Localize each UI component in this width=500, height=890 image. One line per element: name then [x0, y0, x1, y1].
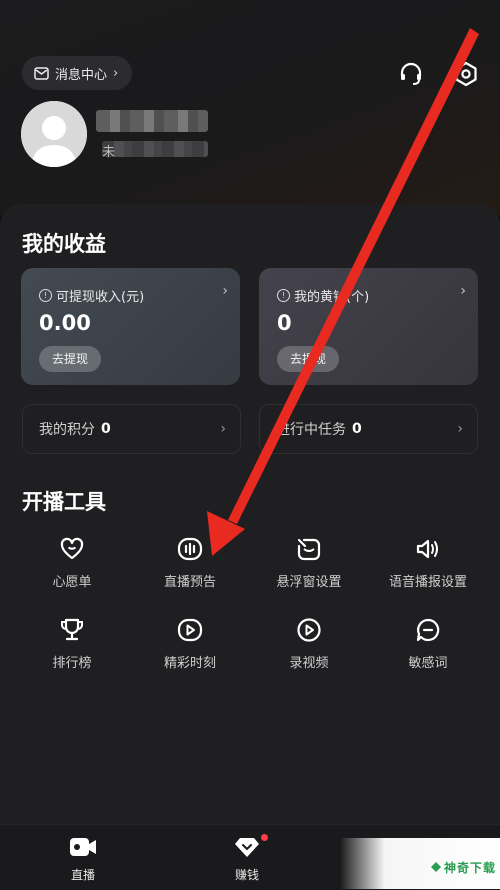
trophy-icon	[61, 618, 83, 641]
blurred-username	[96, 110, 208, 132]
tool-label: 录视频	[289, 656, 329, 671]
withdrawable-label: 可提现收入(元)	[56, 290, 145, 305]
tool-label: 心愿单	[52, 575, 92, 590]
withdrawable-income-card[interactable]: ! 可提现收入(元) › 0.00 去提现	[21, 268, 240, 385]
watermark-text: 神奇下载	[444, 861, 497, 875]
chevron-right-icon: ›	[222, 283, 228, 299]
chevron-right-icon: ›	[457, 421, 463, 437]
tool-leaderboard[interactable]: 排行榜	[12, 617, 132, 671]
record-video-icon	[297, 618, 321, 642]
tool-wishlist[interactable]: 心愿单	[12, 536, 132, 590]
coins-label-row: ! 我的黄钻(个)	[277, 286, 369, 305]
tasks-label: 进行中任务	[276, 422, 346, 438]
info-icon: !	[277, 289, 290, 302]
blurred-user-id	[102, 141, 208, 157]
message-center-label: 消息中心	[55, 67, 108, 83]
heart-icon	[60, 537, 84, 560]
watermark-logo-icon	[431, 862, 441, 872]
coins-card[interactable]: ! 我的黄钻(个) › 0 去提现	[259, 268, 478, 385]
tasks-row[interactable]: 进行中任务 0 ›	[259, 404, 478, 454]
tool-voice-broadcast[interactable]: 语音播报设置	[368, 536, 488, 590]
tool-label: 语音播报设置	[388, 575, 467, 590]
floating-window-icon	[297, 538, 321, 561]
tool-record-video[interactable]: 录视频	[249, 617, 369, 671]
withdrawable-label-row: ! 可提现收入(元)	[39, 286, 144, 305]
chat-bubble-icon	[416, 618, 440, 642]
tool-floating-window[interactable]: 悬浮窗设置	[249, 536, 369, 590]
live-camera-icon	[70, 838, 96, 856]
header-background	[0, 0, 500, 215]
withdraw-button[interactable]: 去提现	[39, 346, 102, 372]
chevron-right-icon: ›	[113, 65, 119, 81]
default-user-avatar-icon	[21, 101, 87, 167]
points-row[interactable]: 我的积分 0 ›	[22, 404, 241, 454]
tool-label: 直播预告	[163, 575, 216, 590]
info-icon: !	[39, 289, 52, 302]
tool-live-preview[interactable]: 直播预告	[130, 536, 250, 590]
tools-title: 开播工具	[22, 490, 106, 514]
highlight-play-icon	[177, 618, 203, 642]
gear-icon[interactable]	[453, 61, 479, 87]
tab-label: 直播	[70, 868, 95, 882]
coins-label: 我的黄钻(个)	[294, 290, 370, 305]
tab-live[interactable]: 直播	[53, 836, 113, 883]
tool-label: 排行榜	[52, 656, 92, 671]
avatar[interactable]	[21, 101, 87, 167]
earnings-title: 我的收益	[22, 232, 106, 256]
earn-money-icon	[235, 838, 259, 857]
mail-icon	[34, 66, 49, 80]
tasks-value: 0	[352, 421, 362, 437]
tab-label: 赚钱	[234, 868, 259, 882]
withdrawable-value: 0.00	[39, 311, 91, 335]
live-preview-icon	[177, 537, 203, 561]
tool-label: 悬浮窗设置	[276, 575, 342, 590]
tool-label: 精彩时刻	[163, 656, 216, 671]
tab-earn[interactable]: 赚钱	[217, 836, 277, 883]
tool-sensitive-words[interactable]: 敏感词	[368, 617, 488, 671]
coins-value: 0	[277, 311, 292, 335]
nickname-fragment: 未	[102, 145, 116, 160]
notification-dot	[261, 834, 268, 841]
points-value: 0	[101, 421, 111, 437]
chevron-right-icon: ›	[460, 283, 466, 299]
speaker-icon	[416, 539, 438, 559]
message-center-button[interactable]: 消息中心 ›	[22, 56, 133, 90]
tool-label: 敏感词	[408, 656, 448, 671]
chevron-right-icon: ›	[220, 421, 226, 437]
headset-icon[interactable]	[398, 61, 424, 87]
tool-highlights[interactable]: 精彩时刻	[130, 617, 250, 671]
points-label: 我的积分	[39, 422, 95, 438]
coins-withdraw-button[interactable]: 去提现	[277, 346, 340, 372]
